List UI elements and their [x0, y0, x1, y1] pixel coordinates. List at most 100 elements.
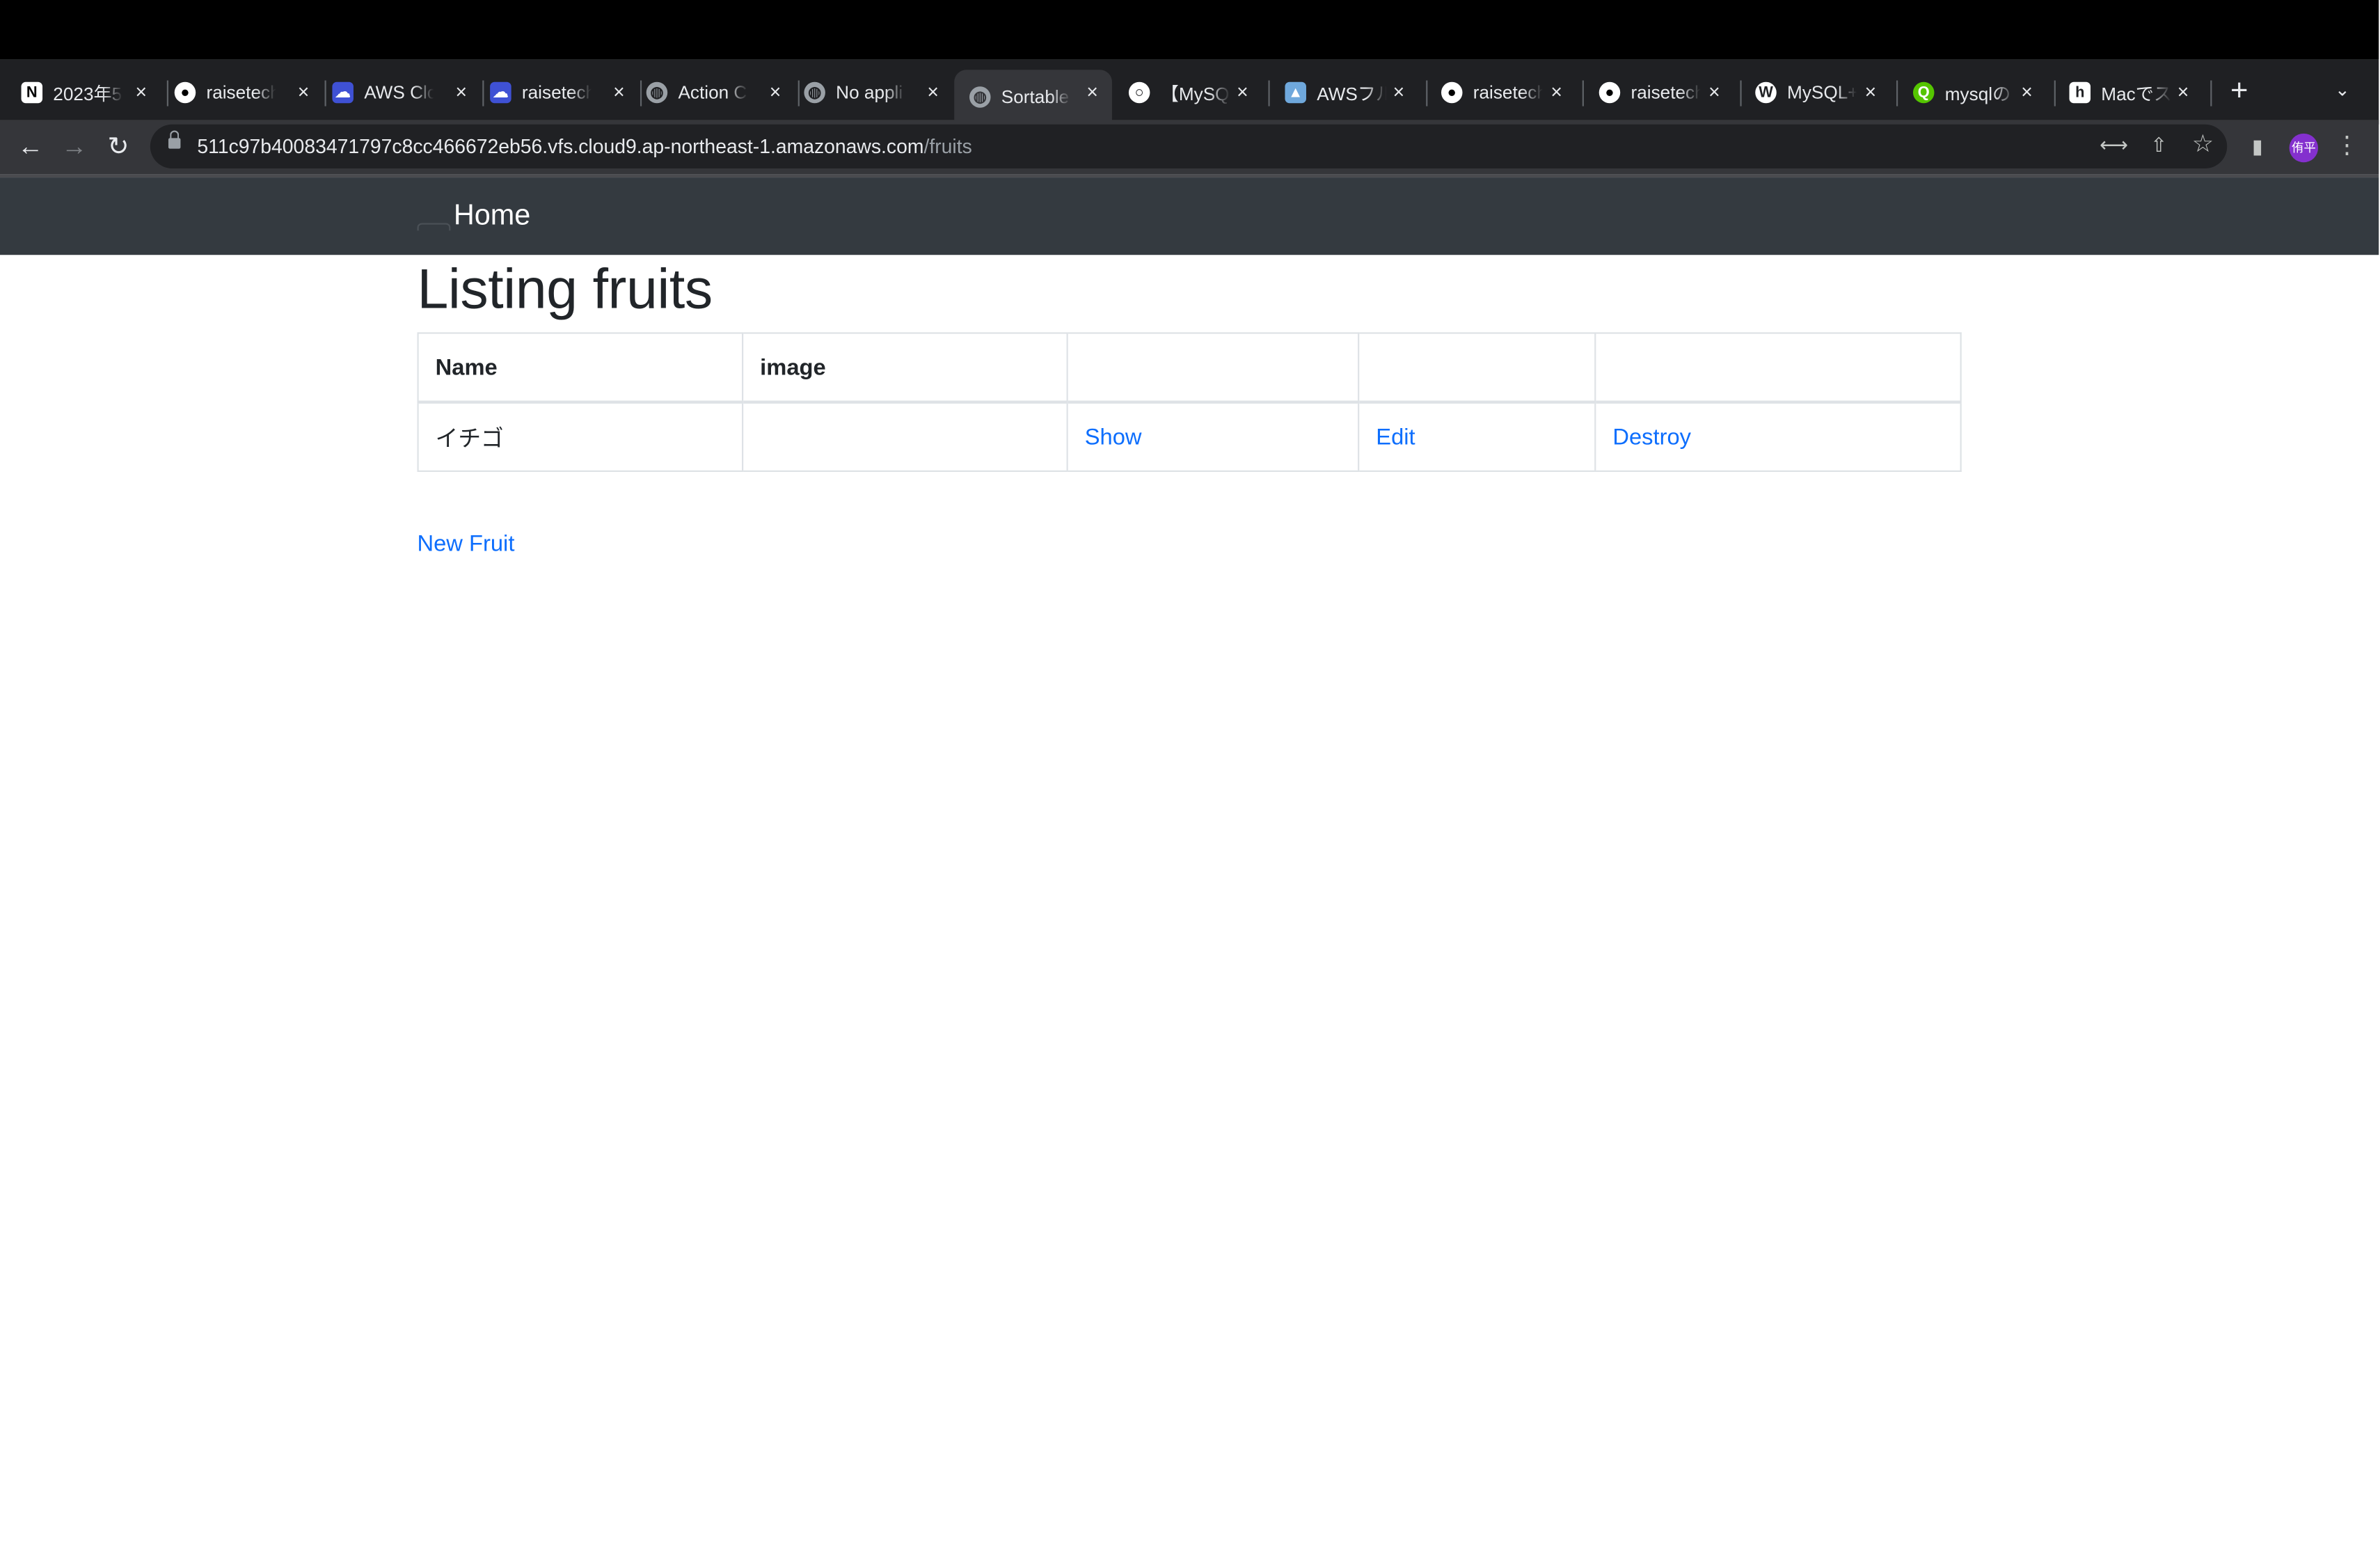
- ring-icon: ○: [1128, 81, 1150, 104]
- column-header-destroy: [1594, 332, 1962, 404]
- tab-title: raisetech: [1631, 81, 1701, 104]
- tab-title: AWSフル: [1317, 82, 1387, 104]
- tab-title: MySQL+: [1787, 81, 1857, 104]
- tab-separator: [2054, 80, 2056, 106]
- tab-separator: [1582, 80, 1584, 106]
- tab-separator: [640, 80, 642, 106]
- tab-title: Macでス: [2101, 82, 2171, 104]
- column-header-edit: [1358, 332, 1596, 404]
- fruit-image-cell: [742, 401, 1068, 472]
- tab-separator: [1426, 80, 1428, 106]
- tab-title: raisetech: [1473, 81, 1544, 104]
- tab-3[interactable]: ☁ AWS Clo ×: [332, 70, 481, 115]
- tab-search-icon[interactable]: ⌄: [2335, 79, 2350, 100]
- tab-title: raisetech: [206, 81, 276, 104]
- close-tab-icon[interactable]: ×: [130, 81, 152, 104]
- tab-separator: [166, 80, 168, 106]
- column-header-show: [1066, 332, 1360, 404]
- destroy-link[interactable]: Destroy: [1612, 424, 1691, 450]
- side-panel-icon[interactable]: ▮: [2244, 134, 2271, 161]
- tab-11[interactable]: ● raisetech ×: [1598, 70, 1734, 115]
- back-icon[interactable]: ←: [15, 132, 46, 163]
- tab-title: mysqlの: [1944, 82, 2011, 104]
- tab-title: raisetech: [521, 81, 592, 104]
- globe-icon: ◍: [969, 86, 991, 108]
- tab-9[interactable]: ▲ AWSフル ×: [1285, 70, 1418, 115]
- github-icon: ●: [1598, 81, 1621, 104]
- github-icon: ●: [174, 81, 196, 104]
- browser-toolbar: ← → ↻ 511c97b40083471797c8cc466672eb56.v…: [0, 120, 2379, 175]
- close-tab-icon[interactable]: ×: [450, 81, 472, 104]
- fruits-table: Name image イチゴ Show Edit Destroy: [417, 332, 1962, 472]
- tab-5[interactable]: ◍ Action C ×: [646, 70, 795, 115]
- table-header-row: Name image: [417, 332, 1962, 404]
- close-tab-icon[interactable]: ×: [293, 81, 315, 104]
- new-tab-button[interactable]: +: [2226, 76, 2253, 106]
- profile-avatar[interactable]: 侑平: [2289, 133, 2319, 163]
- destroy-cell: Destroy: [1594, 401, 1962, 472]
- tab-title: No appli: [836, 81, 903, 104]
- forward-icon[interactable]: →: [59, 132, 90, 163]
- navbar-toggler-icon[interactable]: [417, 223, 451, 231]
- chart-person-icon: ▲: [1285, 81, 1306, 104]
- reload-icon[interactable]: ↻: [103, 132, 134, 163]
- cloud9-icon: ☁: [332, 81, 354, 104]
- os-menu-bar: [0, 0, 2379, 60]
- hatena-icon: h: [2069, 81, 2091, 104]
- github-icon: ●: [1441, 81, 1463, 104]
- close-tab-icon[interactable]: ×: [922, 81, 944, 104]
- cloud9-icon: ☁: [490, 81, 511, 104]
- tab-title: 【MySQL: [1160, 82, 1230, 104]
- tab-2[interactable]: ● raisetech ×: [174, 70, 324, 115]
- close-tab-icon[interactable]: ×: [1704, 81, 1725, 104]
- tab-14[interactable]: h Macでス ×: [2069, 70, 2203, 115]
- tab-1[interactable]: N 2023年5 ×: [21, 70, 161, 115]
- globe-icon: ◍: [804, 81, 825, 104]
- tab-12[interactable]: W MySQL+ ×: [1755, 70, 1890, 115]
- close-tab-icon[interactable]: ×: [608, 81, 630, 104]
- lock-icon: [168, 130, 181, 149]
- close-tab-icon[interactable]: ×: [2016, 81, 2038, 104]
- url-path: /fruits: [923, 135, 972, 158]
- close-tab-icon[interactable]: ×: [765, 81, 786, 104]
- app-navbar: Home: [0, 177, 2379, 255]
- browser-menu-icon[interactable]: ⋮: [2333, 134, 2361, 161]
- close-tab-icon[interactable]: ×: [1081, 81, 1103, 104]
- wordpress-icon: W: [1755, 81, 1777, 104]
- close-tab-icon[interactable]: ×: [1232, 81, 1253, 104]
- close-tab-icon[interactable]: ×: [2173, 81, 2194, 104]
- page-title: Listing fruits: [417, 258, 713, 320]
- bookmark-star-icon[interactable]: ☆: [2189, 132, 2216, 159]
- edit-link[interactable]: Edit: [1376, 424, 1415, 450]
- translate-icon[interactable]: ⟷: [2100, 132, 2128, 159]
- tab-separator: [482, 80, 484, 106]
- tab-strip: N 2023年5 × ● raisetech × ☁ AWS Clo × ☁ r…: [0, 59, 2379, 125]
- tab-separator: [2210, 80, 2212, 106]
- url-text[interactable]: 511c97b40083471797c8cc466672eb56.vfs.clo…: [197, 135, 971, 158]
- close-tab-icon[interactable]: ×: [1860, 81, 1882, 104]
- tab-7-active[interactable]: ◍ Sortable ×: [954, 70, 1112, 125]
- tab-10[interactable]: ● raisetech ×: [1441, 70, 1576, 115]
- show-cell: Show: [1066, 401, 1360, 472]
- tab-4[interactable]: ☁ raisetech ×: [490, 70, 639, 115]
- tab-separator: [1896, 80, 1898, 106]
- tab-separator: [1268, 80, 1270, 106]
- share-icon[interactable]: ⇧: [2145, 132, 2173, 159]
- tab-8[interactable]: ○ 【MySQL ×: [1128, 70, 1262, 115]
- globe-icon: ◍: [646, 81, 668, 104]
- close-tab-icon[interactable]: ×: [1546, 81, 1567, 104]
- tab-title: 2023年5: [53, 82, 122, 104]
- address-bar[interactable]: 511c97b40083471797c8cc466672eb56.vfs.clo…: [150, 124, 2228, 168]
- tab-6[interactable]: ◍ No appli ×: [804, 70, 953, 115]
- edit-cell: Edit: [1358, 401, 1596, 472]
- show-link[interactable]: Show: [1085, 424, 1142, 450]
- table-row: イチゴ Show Edit Destroy: [417, 401, 1962, 472]
- close-tab-icon[interactable]: ×: [1388, 81, 1410, 104]
- qiita-icon: Q: [1912, 81, 1935, 104]
- navbar-brand-home-link[interactable]: Home: [454, 200, 530, 234]
- url-host: 511c97b40083471797c8cc466672eb56.vfs.clo…: [197, 135, 924, 158]
- tab-title: AWS Clo: [364, 81, 434, 104]
- tab-13[interactable]: Q mysqlの ×: [1912, 70, 2047, 115]
- new-fruit-link[interactable]: New Fruit: [418, 531, 515, 557]
- tab-title: Action C: [678, 81, 747, 104]
